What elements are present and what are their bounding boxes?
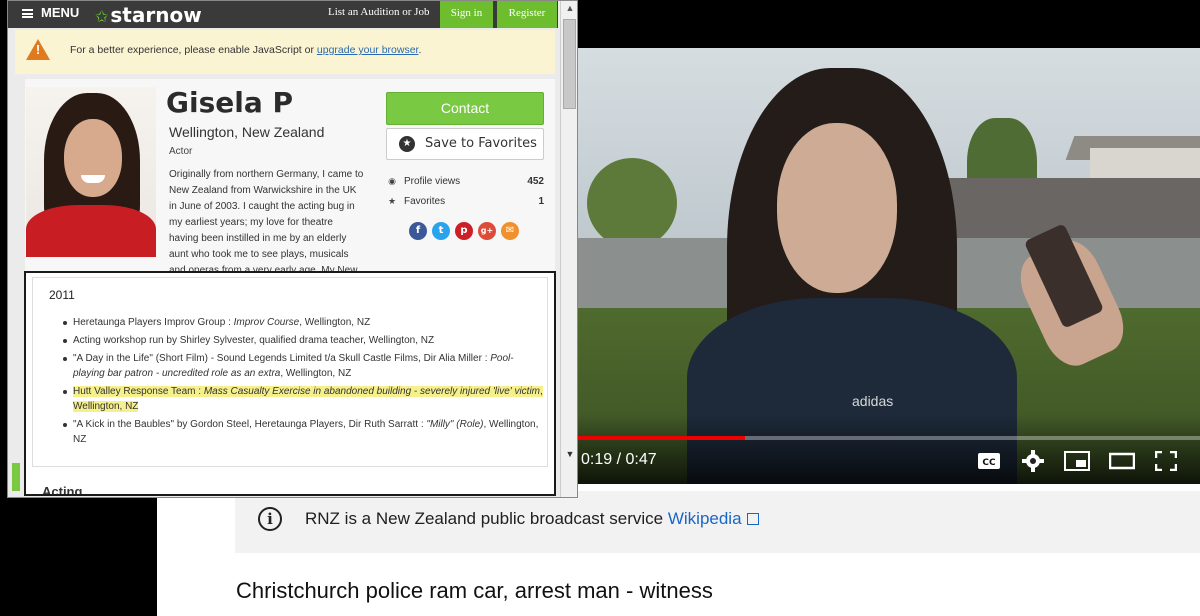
credits-year: 2011 [49, 288, 75, 302]
stat-value: 452 [527, 176, 544, 187]
profile-location: Wellington, New Zealand [169, 124, 325, 140]
profile-role: Actor [169, 146, 193, 157]
scrollbar-thumb[interactable] [563, 19, 576, 109]
scroll-down-arrow-icon[interactable]: ▼ [561, 449, 577, 465]
scroll-up-arrow-icon[interactable]: ▲ [561, 3, 577, 17]
credit-location: , Wellington, NZ [280, 368, 352, 379]
credit-detail: "A Day in the Life" (Short Film) - Sound… [73, 353, 491, 364]
credits-panel: 2011 Heretaunga Players Improv Group : I… [24, 271, 556, 496]
wikipedia-link[interactable]: Wikipedia [668, 509, 742, 528]
warning-text: For a better experience, please enable J… [70, 44, 421, 56]
stat-profile-views: ◉ Profile views 452 [386, 176, 544, 187]
video-player[interactable]: adidas [577, 48, 1200, 484]
warning-message: For a better experience, please enable J… [70, 44, 314, 56]
credit-role: Improv Course [233, 317, 300, 328]
photo-red-shirt [26, 205, 156, 257]
menu-label: MENU [41, 5, 80, 20]
credit-item-highlighted: Hutt Valley Response Team : Mass Casualt… [63, 384, 543, 414]
credit-item: "A Day in the Life" (Short Film) - Sound… [63, 351, 543, 381]
register-button[interactable]: Register [497, 1, 557, 28]
external-link-icon [746, 513, 759, 525]
list-audition-link[interactable]: List an Audition or Job [328, 6, 429, 18]
email-icon[interactable]: ✉ [501, 222, 519, 240]
credits-list-box: 2011 Heretaunga Players Improv Group : I… [32, 277, 548, 467]
video-title: Christchurch police ram car, arrest man … [236, 578, 713, 603]
top-nav: MENU ✩ starnow List an Audition or Job Si… [8, 1, 558, 28]
jacket-logo: adidas [852, 393, 894, 409]
menu-button[interactable]: MENU [22, 5, 79, 20]
warning-end: . [418, 44, 422, 56]
credit-role: "Milly" (Role) [426, 419, 484, 430]
profile-bio: Originally from northern Germany, I came… [169, 169, 364, 271]
profile-photo[interactable] [26, 87, 156, 257]
twitter-icon[interactable]: t [432, 222, 450, 240]
starnow-profile-window: MENU ✩ starnow List an Audition or Job Si… [7, 0, 578, 498]
info-icon: i [258, 507, 282, 531]
acting-section-heading: Acting [42, 484, 83, 496]
stat-label: Favorites [404, 196, 446, 207]
settings-gear-icon[interactable] [1019, 449, 1047, 473]
star-icon: ★ [387, 196, 397, 206]
screenshot-composite: adidas 0:19 / 0:47 CC i RNZ is a New Zea… [0, 0, 1200, 616]
time-display: 0:19 / 0:47 [581, 451, 657, 468]
cc-icon[interactable]: CC [975, 449, 1003, 473]
favorite-star-icon: ★ [399, 136, 415, 152]
warning-exclamation: ! [35, 42, 41, 57]
logo-text: starnow [110, 3, 202, 27]
credit-detail: Hutt Valley Response Team : [73, 386, 204, 397]
fullscreen-icon[interactable] [1152, 449, 1180, 473]
stat-label: Profile views [404, 176, 461, 187]
starnow-logo[interactable]: ✩ starnow [95, 3, 202, 27]
sign-in-button[interactable]: Sign in [440, 1, 493, 28]
contact-button[interactable]: Contact [386, 92, 544, 125]
information-panel-label: RNZ is a New Zealand public broadcast se… [305, 509, 664, 528]
credit-detail: "A Kick in the Baubles" by Gordon Steel,… [73, 419, 427, 430]
credit-role: Mass Casualty Exercise in abandoned buil… [203, 386, 541, 397]
pinterest-icon[interactable]: p [455, 222, 473, 240]
window-scrollbar[interactable]: ▲ ▼ [560, 1, 577, 497]
progress-bar-played [577, 436, 746, 440]
upgrade-browser-link[interactable]: upgrade your browser [317, 44, 419, 56]
credit-item: Acting workshop run by Shirley Sylvester… [63, 333, 543, 348]
photo-face [64, 119, 122, 197]
browser-warning-banner: ! For a better experience, please enable… [15, 30, 555, 74]
miniplayer-icon[interactable] [1063, 449, 1091, 473]
progress-bar[interactable] [577, 436, 1200, 440]
googleplus-icon[interactable]: g+ [478, 222, 496, 240]
side-accent [12, 463, 20, 491]
profile-name: Gisela P [166, 86, 293, 119]
credit-location: , Wellington, NZ [299, 317, 371, 328]
credit-detail: Acting workshop run by Shirley Sylvester… [73, 335, 435, 346]
save-to-favorites-label: Save to Favorites [425, 136, 537, 151]
hamburger-icon [22, 9, 33, 18]
eye-icon: ◉ [388, 176, 396, 186]
controls-gradient [577, 414, 1200, 484]
credit-detail: Heretaunga Players Improv Group : [73, 317, 234, 328]
facebook-icon[interactable]: f [409, 222, 427, 240]
credit-item: Heretaunga Players Improv Group : Improv… [63, 315, 543, 330]
credits-list: Heretaunga Players Improv Group : Improv… [63, 315, 543, 450]
credit-item: "A Kick in the Baubles" by Gordon Steel,… [63, 417, 543, 447]
logo-star-icon: ✩ [95, 7, 109, 26]
stat-value: 1 [538, 196, 544, 207]
stat-favorites: ★ Favorites 1 [386, 196, 544, 207]
theater-mode-icon[interactable] [1108, 449, 1136, 473]
save-to-favorites-button[interactable]: ★ Save to Favorites [386, 128, 544, 160]
video-person-face [777, 123, 897, 293]
video-tree [587, 158, 677, 248]
svg-text:CC: CC [982, 458, 996, 468]
information-panel-text: RNZ is a New Zealand public broadcast se… [305, 509, 759, 529]
